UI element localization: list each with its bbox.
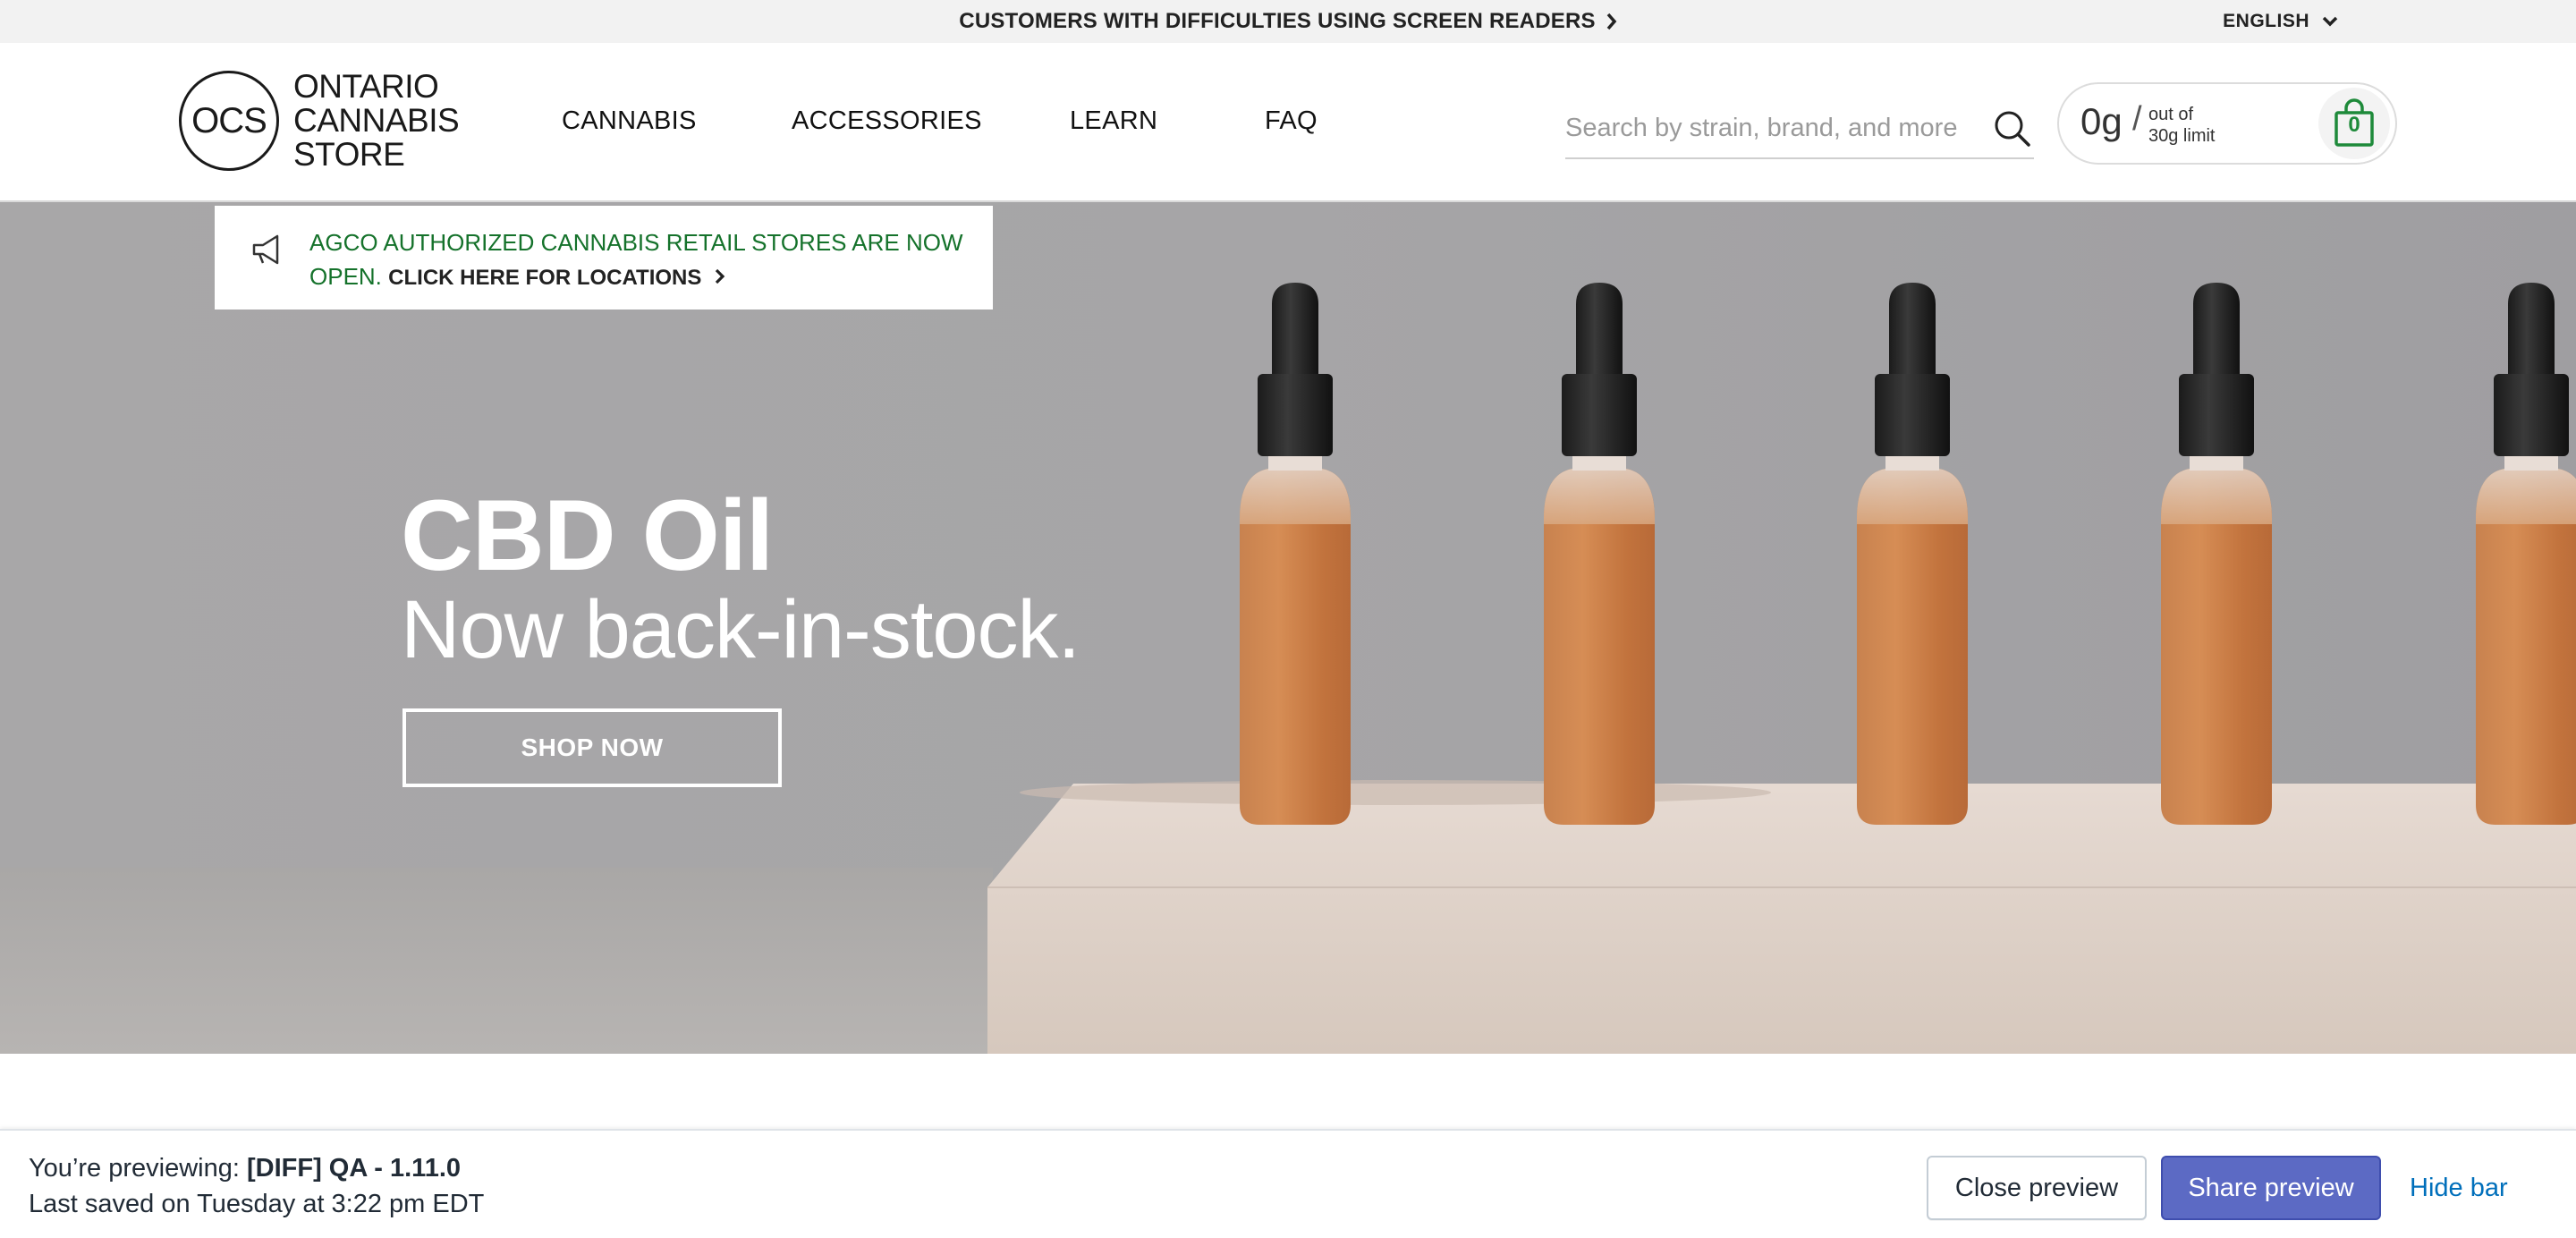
hide-bar-link[interactable]: Hide bar: [2410, 1156, 2508, 1220]
cart-button[interactable]: 0: [2318, 88, 2390, 159]
nav-item-accessories[interactable]: ACCESSORIES: [792, 43, 982, 199]
nav-item-cannabis[interactable]: CANNABIS: [562, 43, 697, 199]
chevron-right-icon: [715, 268, 725, 284]
logo-word-3: STORE: [293, 136, 405, 173]
search-icon: [1995, 111, 2030, 147]
notice-text: AGCO AUTHORIZED CANNABIS RETAIL STORES A…: [309, 225, 971, 295]
share-preview-button[interactable]: Share preview: [2161, 1156, 2381, 1220]
cart-count: 0: [2348, 113, 2360, 137]
hero-banner: AGCO AUTHORIZED CANNABIS RETAIL STORES A…: [0, 202, 2576, 1054]
search-button[interactable]: [1991, 107, 2034, 150]
purchase-limit-widget[interactable]: 0g / out of 30g limit 0: [2057, 82, 2397, 165]
search-bar: [1565, 98, 2034, 159]
megaphone-icon: [252, 234, 279, 265]
limit-line-2: 30g limit: [2148, 126, 2216, 146]
notice-cta-label: CLICK HERE FOR LOCATIONS: [388, 266, 702, 290]
language-label: ENGLISH: [2223, 11, 2309, 31]
language-selector[interactable]: ENGLISH: [2223, 0, 2338, 43]
limit-separator: /: [2132, 100, 2142, 138]
hero-title: CBD Oil: [401, 479, 774, 591]
nav-item-faq[interactable]: FAQ: [1265, 43, 1318, 199]
notice-cta[interactable]: CLICK HERE FOR LOCATIONS: [388, 266, 725, 290]
hero-background-image: [0, 202, 2576, 1054]
ocs-logo[interactable]: OCS ONTARIO CANNABIS STORE: [179, 68, 460, 173]
limit-description: out of 30g limit: [2148, 104, 2215, 147]
preview-last-saved: Last saved on Tuesday at 3:22 pm EDT: [29, 1190, 485, 1218]
preview-status: You’re previewing: [DIFF] QA - 1.11.0: [29, 1154, 461, 1183]
chevron-right-icon: [1606, 13, 1617, 30]
preview-theme-name: [DIFF] QA - 1.11.0: [246, 1154, 462, 1183]
nav-item-learn[interactable]: LEARN: [1070, 43, 1157, 199]
preview-prefix: You’re previewing:: [29, 1154, 240, 1183]
screen-reader-help-link[interactable]: CUSTOMERS WITH DIFFICULTIES USING SCREEN…: [0, 0, 2576, 43]
site-header: OCS ONTARIO CANNABIS STORE CANNABIS ACCE…: [0, 43, 2576, 202]
close-preview-button[interactable]: Close preview: [1927, 1156, 2147, 1220]
hero-subtitle: Now back-in-stock.: [401, 584, 1080, 675]
shop-now-button[interactable]: SHOP NOW: [402, 708, 782, 787]
logo-mark: OCS: [179, 71, 279, 171]
logo-word-1: ONTARIO: [293, 68, 439, 105]
chevron-down-icon: [2322, 16, 2338, 27]
limit-amount: 0g: [2080, 100, 2123, 142]
logo-wordmark: ONTARIO CANNABIS STORE: [293, 68, 460, 173]
limit-line-1: out of: [2148, 105, 2194, 124]
screen-reader-help-label: CUSTOMERS WITH DIFFICULTIES USING SCREEN…: [959, 9, 1596, 33]
accessibility-topbar: CUSTOMERS WITH DIFFICULTIES USING SCREEN…: [0, 0, 2576, 43]
logo-word-2: CANNABIS: [293, 102, 460, 139]
search-input[interactable]: [1565, 106, 1977, 150]
theme-preview-bar: You’re previewing: [DIFF] QA - 1.11.0 La…: [0, 1129, 2576, 1238]
store-locations-notice[interactable]: AGCO AUTHORIZED CANNABIS RETAIL STORES A…: [215, 206, 993, 310]
